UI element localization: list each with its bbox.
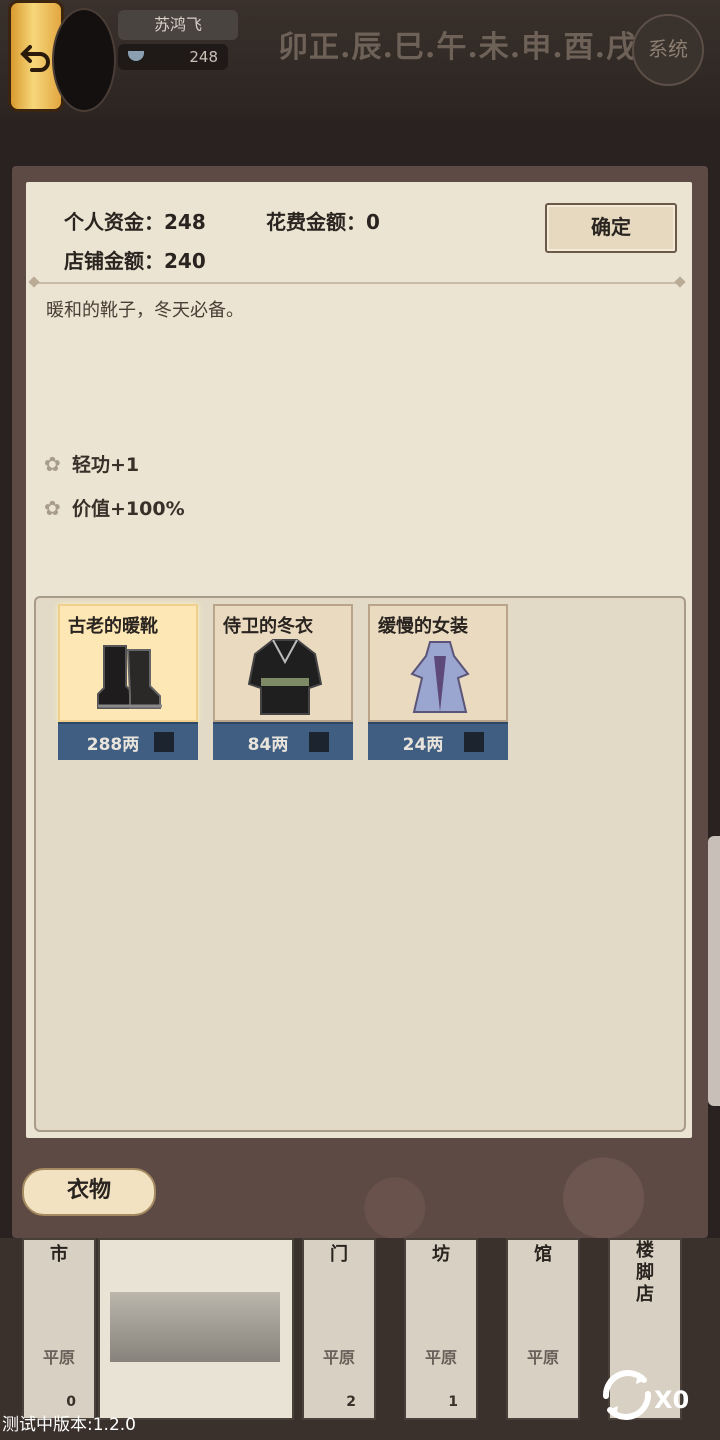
shop-slot[interactable]: 门 平原 2 (302, 1238, 376, 1420)
shop-name: 坊 (432, 1244, 450, 1265)
version-label: 测试中版本:1.2.0 (2, 1415, 136, 1435)
shop-name: 馆 (534, 1244, 552, 1265)
player-name: 苏鸿飞 (118, 10, 238, 40)
side-scroll-handle[interactable] (708, 836, 720, 1106)
shop-funds: 店铺金额：240 (64, 249, 206, 273)
divider (34, 282, 680, 284)
shop-count: 2 (346, 1394, 356, 1410)
item-card-face: 侍卫的冬衣 (213, 604, 353, 722)
item-price-bar: 84两 (213, 722, 353, 760)
flower-icon: ✿ (44, 452, 61, 476)
item-description: 暖和的靴子，冬天必备。 (46, 300, 244, 321)
item-name: 古老的暖靴 (68, 616, 158, 637)
item-name: 侍卫的冬衣 (223, 616, 313, 637)
shop-terrain: 平原 (322, 1348, 355, 1367)
item-checkbox[interactable] (154, 732, 174, 752)
item-price: 288两 (86, 735, 140, 755)
item-price-bar: 24两 (368, 722, 508, 760)
confirm-button[interactable]: 确定 (545, 203, 677, 253)
refresh-icon[interactable] (592, 1360, 662, 1430)
attribute-row: ✿ 价值+100% (44, 494, 185, 521)
dress-icon (410, 641, 470, 713)
shop-count: 1 (448, 1394, 458, 1410)
system-button[interactable]: 系统 (632, 14, 704, 86)
item-card[interactable]: 缓慢的女装 24两 (368, 604, 508, 760)
top-bar: 苏鸿飞 248 卯正.辰.巳.午.未.申.酉.戌 系统 (0, 0, 720, 120)
item-checkbox[interactable] (464, 732, 484, 752)
item-card[interactable]: 古老的暖靴 288两 (58, 604, 198, 760)
town-scene[interactable] (98, 1238, 294, 1420)
personal-funds: 个人资金：248 (64, 210, 206, 234)
item-price: 24两 (402, 735, 444, 755)
coin-value: 248 (189, 48, 218, 66)
boots-icon (97, 645, 162, 709)
item-price-bar: 288两 (58, 722, 198, 760)
item-card-face: 古老的暖靴 (58, 604, 198, 722)
back-arrow-icon (20, 45, 50, 72)
shop-terrain: 平原 (424, 1348, 457, 1367)
shop-name: 楼脚店 (636, 1240, 654, 1305)
shop-slot[interactable]: 坊 平原 1 (404, 1238, 478, 1420)
shop-name: 市 (50, 1244, 68, 1265)
shop-slot[interactable]: 馆 平原 (506, 1238, 580, 1420)
item-card[interactable]: 侍卫的冬衣 84两 (213, 604, 353, 760)
coin-bowl-icon (128, 51, 144, 61)
shop-slot[interactable]: 市 平原 0 (22, 1238, 96, 1420)
shop-terrain: 平原 (42, 1348, 75, 1367)
cost-amount: 花费金额：0 (266, 210, 380, 234)
item-name: 缓慢的女装 (378, 616, 468, 637)
player-avatar[interactable] (52, 8, 116, 112)
item-card-face: 缓慢的女装 (368, 604, 508, 722)
item-checkbox[interactable] (309, 732, 329, 752)
time-title: 卯正.辰.巳.午.未.申.酉.戌 (278, 30, 638, 65)
item-price: 84两 (247, 735, 289, 755)
attribute-row: ✿ 轻功+1 (44, 450, 139, 477)
refresh-count: X0 (654, 1386, 690, 1414)
attribute-text: 价值+100% (72, 498, 185, 520)
shop-terrain: 平原 (526, 1348, 559, 1367)
robe-icon (247, 639, 323, 715)
shop-count: 0 (66, 1394, 76, 1410)
flower-icon: ✿ (44, 496, 61, 520)
shop-name: 门 (330, 1244, 348, 1265)
attribute-text: 轻功+1 (72, 454, 140, 476)
coin-display: 248 (118, 44, 228, 70)
tab-clothing[interactable]: 衣物 (22, 1168, 156, 1216)
